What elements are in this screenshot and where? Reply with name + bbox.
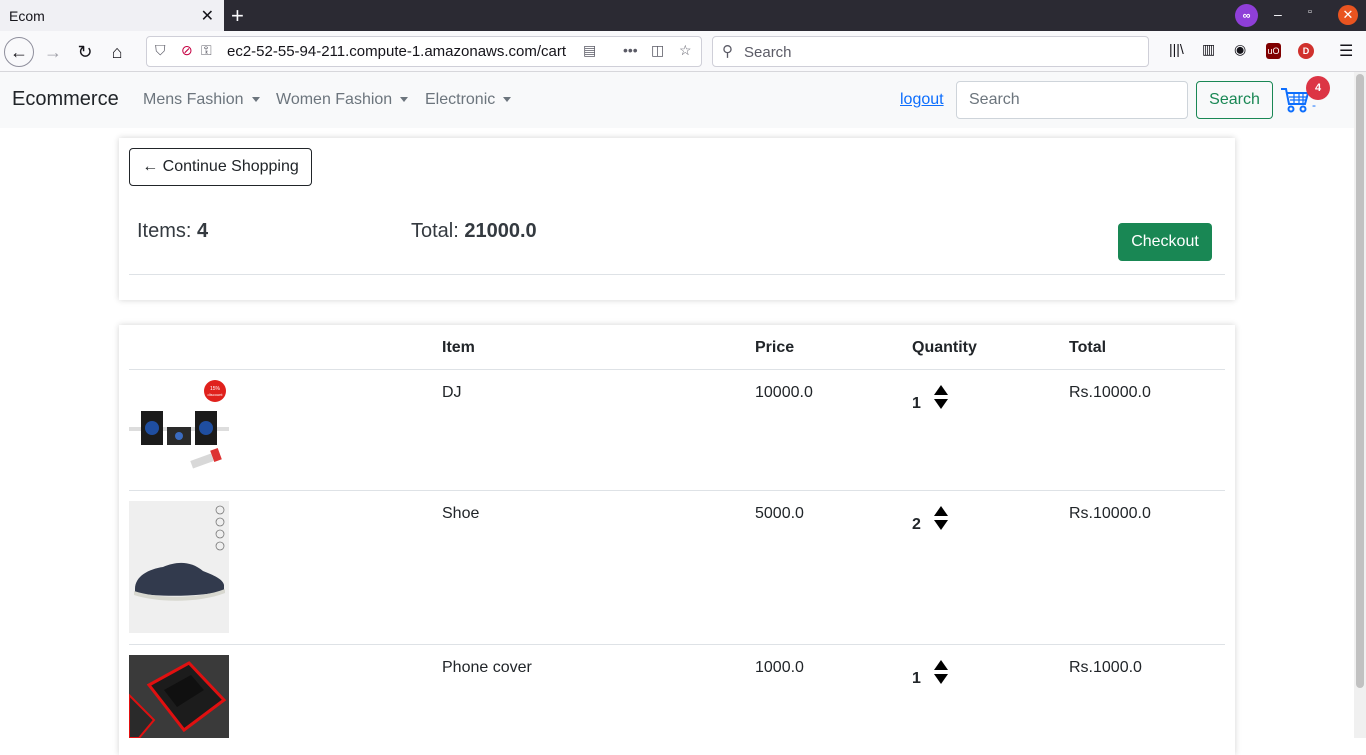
item-quantity: 1 [912, 395, 921, 412]
quantity-increase-icon[interactable] [934, 385, 948, 395]
cart-suffix: - [1312, 98, 1316, 112]
item-price: 10000.0 [755, 384, 813, 401]
quantity-stepper [934, 660, 948, 686]
cart-items-card: Item Price Quantity Total 15% discount D… [119, 325, 1235, 755]
window-minimize-icon[interactable]: – [1274, 6, 1282, 22]
item-name: Phone cover [442, 659, 532, 676]
page-actions-icon[interactable]: ••• [623, 42, 638, 58]
pocket-icon[interactable]: ◫ [651, 42, 664, 59]
quantity-decrease-icon[interactable] [934, 399, 948, 409]
reader-view-icon[interactable]: ▤ [583, 42, 596, 59]
quantity-decrease-icon[interactable] [934, 520, 948, 530]
continue-shopping-button[interactable]: ← Continue Shopping [129, 148, 312, 186]
dropdown-caret-icon [503, 97, 512, 103]
url-bar[interactable]: ⛉ ⊘ ⚿ ec2-52-55-94-211.compute-1.amazona… [146, 36, 702, 67]
browser-search-bar[interactable]: ⚲ Search [712, 36, 1149, 67]
window-maximize-icon[interactable]: ▫ [1308, 6, 1312, 18]
private-browsing-icon: ∞ [1235, 4, 1258, 27]
insecure-lock-icon[interactable]: ⊘ [181, 42, 193, 59]
checkout-button[interactable]: Checkout [1118, 223, 1212, 261]
items-count: Items: 4 [137, 220, 209, 242]
key-icon[interactable]: ⚿ [201, 42, 212, 59]
item-quantity: 2 [912, 516, 921, 533]
browser-toolbar: ← → ↻ ⌂ ⛉ ⊘ ⚿ ec2-52-55-94-211.compute-1… [0, 31, 1366, 72]
quantity-increase-icon[interactable] [934, 506, 948, 516]
nav-menu-electronic[interactable]: Electronic [425, 91, 512, 109]
menu-icon[interactable]: ☰ [1339, 41, 1353, 61]
shield-icon[interactable]: ⛉ [155, 42, 166, 59]
item-total: Rs.1000.0 [1069, 659, 1142, 676]
quantity-decrease-icon[interactable] [934, 674, 948, 684]
quantity-increase-icon[interactable] [934, 660, 948, 670]
search-input[interactable] [956, 81, 1188, 119]
item-name: DJ [442, 384, 462, 401]
product-image-dj[interactable]: 15% discount [129, 379, 229, 479]
row-divider [129, 490, 1225, 491]
back-icon[interactable]: ← [4, 37, 34, 67]
sidebar-icon[interactable]: ▥ [1202, 41, 1215, 58]
home-icon[interactable]: ⌂ [102, 37, 132, 67]
cart-count-badge: 4 [1306, 76, 1330, 100]
forward-icon[interactable]: → [38, 37, 68, 67]
item-total: Rs.10000.0 [1069, 505, 1151, 522]
dropdown-caret-icon [251, 97, 260, 103]
profile-extension-icon[interactable]: D [1298, 43, 1314, 59]
product-image-phone-cover[interactable] [129, 655, 229, 738]
header-divider [129, 369, 1225, 370]
window-close-icon[interactable]: ✕ [1338, 5, 1358, 25]
reload-icon[interactable]: ↻ [70, 37, 100, 67]
column-header-quantity: Quantity [912, 339, 977, 356]
search-icon: ⚲ [722, 43, 733, 60]
nav-menu-women-fashion[interactable]: Women Fashion [276, 91, 409, 109]
library-icon[interactable]: |||\ [1169, 41, 1184, 57]
brand-logo[interactable]: Ecommerce [12, 88, 119, 111]
item-price: 5000.0 [755, 505, 804, 522]
quantity-stepper [934, 385, 948, 411]
bookmark-star-icon[interactable]: ☆ [679, 42, 692, 59]
browser-tab[interactable]: Ecom ✕ [0, 0, 224, 31]
cart-summary-card: ← Continue Shopping Items: 4 Total: 2100… [119, 138, 1235, 300]
item-total: Rs.10000.0 [1069, 384, 1151, 401]
column-header-item: Item [442, 339, 475, 356]
item-name: Shoe [442, 505, 480, 522]
browser-tab-bar: Ecom ✕ + ∞ – ▫ ✕ [0, 0, 1366, 31]
page-scrollbar[interactable] [1354, 72, 1366, 738]
row-divider [129, 644, 1225, 645]
cart-total: Total: 21000.0 [411, 220, 537, 242]
svg-text:discount: discount [208, 392, 224, 397]
account-icon[interactable]: ◉ [1234, 41, 1246, 58]
column-header-price: Price [755, 339, 795, 356]
logout-link[interactable]: logout [900, 91, 944, 109]
search-button[interactable]: Search [1196, 81, 1273, 119]
product-image-shoe[interactable] [129, 501, 229, 633]
divider [129, 274, 1225, 275]
nav-menu-mens-fashion[interactable]: Mens Fashion [143, 91, 260, 109]
site-navbar: Ecommerce Mens Fashion Women Fashion Ele… [0, 72, 1354, 128]
dropdown-caret-icon [400, 97, 409, 103]
new-tab-icon[interactable]: + [231, 3, 244, 29]
scrollbar-thumb[interactable] [1356, 74, 1364, 688]
quantity-stepper [934, 506, 948, 532]
column-header-total: Total [1069, 339, 1107, 356]
item-price: 1000.0 [755, 659, 804, 676]
browser-search-placeholder: Search [744, 44, 792, 61]
url-text[interactable]: ec2-52-55-94-211.compute-1.amazonaws.com… [227, 43, 574, 60]
ublock-icon[interactable]: uO [1266, 43, 1281, 59]
tab-title: Ecom [9, 7, 45, 24]
item-quantity: 1 [912, 670, 921, 687]
tab-close-icon[interactable]: ✕ [201, 6, 214, 26]
